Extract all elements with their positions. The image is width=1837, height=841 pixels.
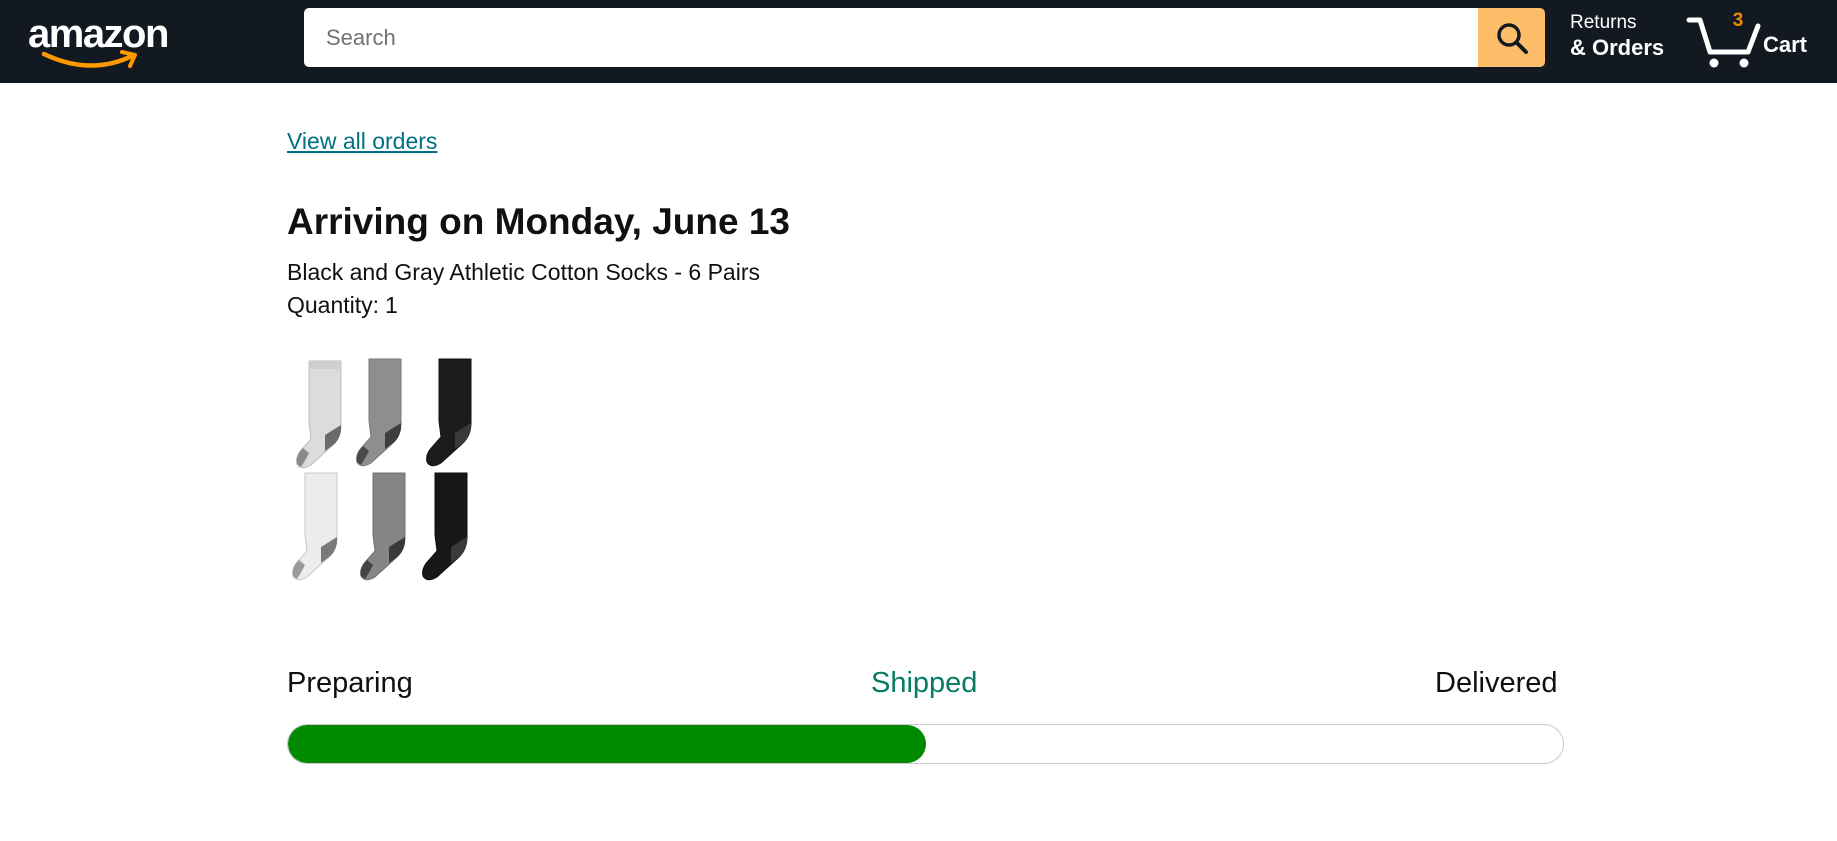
amazon-smile-icon <box>41 50 137 68</box>
top-navigation-bar: amazon Returns & Orders 3 Cart <box>0 0 1837 83</box>
sock-black <box>426 358 472 467</box>
search-icon <box>1496 22 1528 54</box>
view-all-orders-link[interactable]: View all orders <box>287 128 437 155</box>
sock-white <box>292 472 338 581</box>
sock-black <box>422 472 468 581</box>
cart-count-badge: 3 <box>1732 10 1744 31</box>
cart-button[interactable]: 3 Cart <box>1686 8 1816 70</box>
orders-label: & Orders <box>1570 35 1665 60</box>
product-name: Black and Gray Athletic Cotton Socks - 6… <box>287 259 760 285</box>
arrival-date-heading: Arriving on Monday, June 13 <box>287 201 791 242</box>
tracker-step-preparing: Preparing <box>287 667 413 699</box>
search-button[interactable] <box>1478 8 1545 67</box>
returns-label: Returns <box>1570 12 1637 33</box>
sock-white <box>296 360 342 469</box>
tracker-step-shipped: Shipped <box>871 667 978 699</box>
shipment-progress-bar <box>287 724 1564 764</box>
tracker-step-delivered: Delivered <box>1435 667 1558 699</box>
search-input[interactable] <box>304 8 1478 67</box>
sock-gray <box>360 472 406 581</box>
quantity-value: 1 <box>385 292 398 318</box>
cart-label: Cart <box>1763 32 1808 57</box>
amazon-logo[interactable]: amazon <box>26 8 186 70</box>
returns-and-orders-link[interactable]: Returns & Orders <box>1570 12 1664 62</box>
cart-icon <box>1686 17 1761 68</box>
quantity-label: Quantity: <box>287 292 380 318</box>
product-image[interactable] <box>285 357 491 589</box>
shipment-progress-fill <box>288 725 926 763</box>
quantity-line: Quantity: 1 <box>287 292 398 319</box>
sock-gray <box>356 358 402 467</box>
